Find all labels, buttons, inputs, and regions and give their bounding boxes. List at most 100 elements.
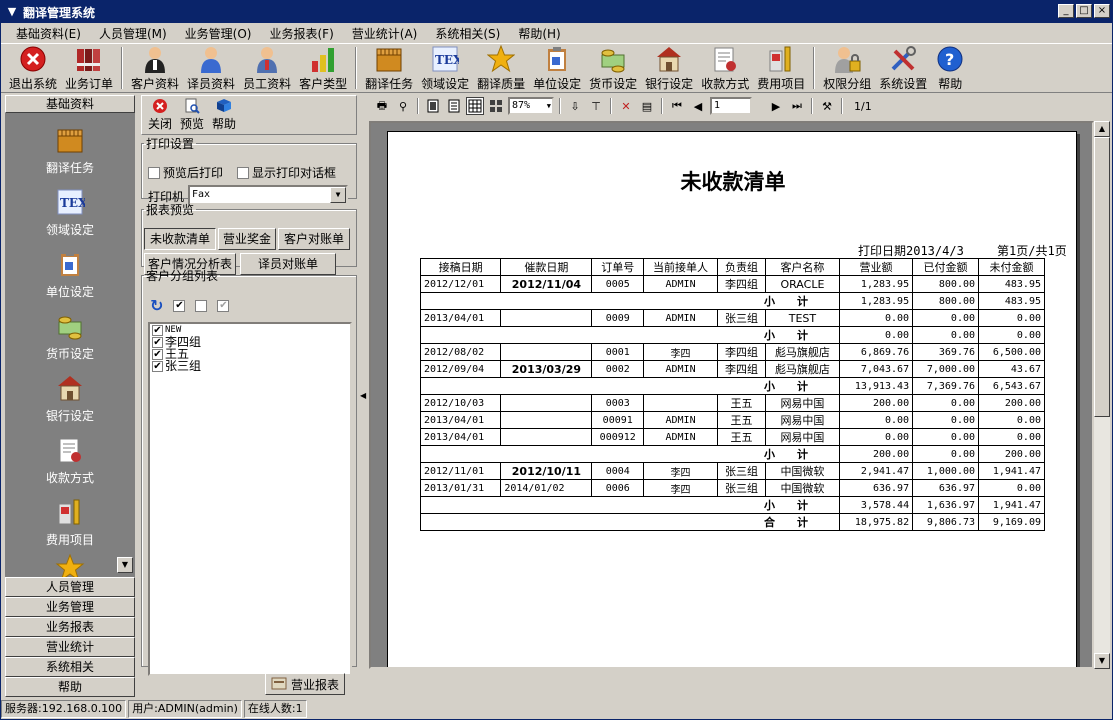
- report-customer-statement-button[interactable]: 客户对账单: [278, 228, 350, 250]
- customer-group-list[interactable]: ✔ NEW ✔ 李四组 ✔ 王五 ✔ 张三组: [148, 322, 352, 676]
- employee-data-button[interactable]: 员工资料: [239, 44, 295, 92]
- nav-item-domain-setting[interactable]: TEX 领域设定: [5, 187, 135, 238]
- bar-chart-icon: [308, 44, 338, 74]
- table-cell: 2,941.47: [838, 462, 914, 480]
- table-cell: 2012/09/04: [419, 360, 502, 378]
- report-unpaid-list-button[interactable]: 未收款清单: [144, 228, 216, 250]
- scroll-up-button[interactable]: ▲: [1094, 121, 1110, 137]
- unit-setting-button[interactable]: 单位设定: [529, 44, 585, 92]
- table-cell: ADMIN: [642, 309, 719, 327]
- tree-icon[interactable]: ⊤: [587, 97, 605, 115]
- nav-tab-business[interactable]: 业务管理: [5, 597, 135, 617]
- settings-icon[interactable]: ⚒: [818, 97, 836, 115]
- table-cell: 0005: [591, 275, 644, 293]
- window-title: 翻译管理系统: [23, 5, 96, 20]
- business-order-button[interactable]: 业务订单: [61, 44, 117, 92]
- table-cell: 中国微软: [764, 479, 840, 497]
- close-report-button[interactable]: 关闭: [144, 98, 176, 134]
- nav-group-header[interactable]: 基础资料: [5, 95, 135, 113]
- customer-type-button[interactable]: 客户类型: [295, 44, 351, 92]
- table-cell: 李四组: [717, 360, 766, 378]
- chevron-down-icon: ▼: [546, 102, 551, 110]
- list-item[interactable]: ✔ 张三组: [152, 360, 350, 372]
- star-icon: [486, 44, 516, 74]
- nav-item-currency-setting[interactable]: 货币设定: [5, 311, 135, 362]
- tab-business-report[interactable]: 营业报表: [265, 673, 345, 695]
- check-all-button[interactable]: ✔: [173, 299, 186, 312]
- subtotal-row: 合 计 18,975.82 9,806.73 9,169.09: [420, 513, 1045, 531]
- menu-reports[interactable]: 业务报表(F): [260, 25, 342, 42]
- prev-page-icon[interactable]: ◀: [689, 97, 707, 115]
- menu-system[interactable]: 系统相关(S): [426, 25, 509, 42]
- scroll-down-button[interactable]: ▼: [1094, 653, 1110, 669]
- bank-setting-button[interactable]: 银行设定: [641, 44, 697, 92]
- preview-after-print-checkbox[interactable]: 预览后打印: [148, 164, 223, 181]
- table-cell: 张三组: [717, 462, 766, 480]
- open-icon[interactable]: ⇩: [566, 97, 584, 115]
- close-window-button[interactable]: ×: [1094, 4, 1110, 18]
- item-checkbox[interactable]: ✔: [152, 336, 163, 348]
- page-width-icon[interactable]: [424, 97, 442, 115]
- exit-button[interactable]: 退出系统: [5, 44, 61, 92]
- menu-personnel[interactable]: 人员管理(M): [90, 25, 176, 42]
- zoom-select[interactable]: 87% ▼: [508, 97, 554, 115]
- menu-statistics[interactable]: 营业统计(A): [343, 25, 427, 42]
- nav-item-expense-item[interactable]: 费用项目: [5, 497, 135, 548]
- menu-basic[interactable]: 基础资料(E): [7, 25, 90, 42]
- item-checkbox[interactable]: ✔: [152, 324, 163, 336]
- translator-data-button[interactable]: 译员资料: [183, 44, 239, 92]
- nav-item-unit-setting[interactable]: 单位设定: [5, 249, 135, 300]
- domain-setting-button[interactable]: TEX 领域设定: [417, 44, 473, 92]
- expense-item-button[interactable]: 费用项目: [753, 44, 809, 92]
- pane-splitter[interactable]: ◀: [359, 95, 367, 669]
- find-icon[interactable]: ⚲: [394, 97, 412, 115]
- nav-tab-statistics[interactable]: 营业统计: [5, 637, 135, 657]
- payment-method-button[interactable]: 收款方式: [697, 44, 753, 92]
- nav-item-translation-task[interactable]: 翻译任务: [5, 125, 135, 176]
- page-number-input[interactable]: 1: [710, 97, 752, 115]
- print-icon[interactable]: 🖶: [373, 97, 391, 115]
- preview-vertical-scrollbar[interactable]: ▲ ▼: [1094, 121, 1110, 669]
- item-checkbox[interactable]: ✔: [152, 360, 163, 372]
- refresh-icon[interactable]: ↻: [150, 296, 163, 315]
- item-checkbox[interactable]: ✔: [152, 348, 163, 360]
- show-print-dialog-checkbox[interactable]: 显示打印对话框: [237, 164, 336, 181]
- nav-item-bank-setting[interactable]: 银行设定: [5, 373, 135, 424]
- uncheck-all-button[interactable]: [195, 299, 208, 312]
- translation-task-button[interactable]: 翻译任务: [361, 44, 417, 92]
- next-page-icon[interactable]: ▶: [767, 97, 785, 115]
- report-bonus-button[interactable]: 营业奖金: [218, 228, 276, 250]
- system-settings-button[interactable]: 系统设置: [875, 44, 931, 92]
- maximize-button[interactable]: □: [1076, 4, 1092, 18]
- nav-scroll-down-button[interactable]: ▼: [117, 557, 133, 573]
- permission-group-button[interactable]: 权限分组: [819, 44, 875, 92]
- subtotal-label: 小 计: [420, 496, 840, 514]
- first-page-icon[interactable]: ⏮: [668, 97, 686, 115]
- full-page-icon[interactable]: [445, 97, 463, 115]
- table-cell: 网易中国: [764, 428, 840, 446]
- minimize-button[interactable]: _: [1058, 4, 1074, 18]
- scroll-thumb[interactable]: [1094, 137, 1110, 417]
- help-button[interactable]: ? 帮助: [931, 44, 969, 92]
- chevron-left-icon[interactable]: ◀: [360, 391, 366, 400]
- table-cell: 1,000.00: [912, 462, 980, 480]
- nav-tab-reports[interactable]: 业务报表: [5, 617, 135, 637]
- invert-check-button[interactable]: ✔: [217, 299, 230, 312]
- nav-tab-personnel[interactable]: 人员管理: [5, 577, 135, 597]
- currency-setting-button[interactable]: 货币设定: [585, 44, 641, 92]
- multi-page-icon[interactable]: [487, 97, 505, 115]
- last-page-icon[interactable]: ⏭: [788, 97, 806, 115]
- customer-data-button[interactable]: 客户资料: [127, 44, 183, 92]
- title-bar[interactable]: ▼ 翻译管理系统 _ □ ×: [1, 1, 1112, 23]
- zoom-100-icon[interactable]: [466, 97, 484, 115]
- export-icon[interactable]: ✕: [617, 97, 635, 115]
- nav-item-payment-method[interactable]: 收款方式: [5, 435, 135, 486]
- menu-business[interactable]: 业务管理(O): [176, 25, 261, 42]
- preview-button[interactable]: 预览: [176, 98, 208, 134]
- help-report-button[interactable]: 帮助: [208, 98, 240, 134]
- translation-quality-button[interactable]: 翻译质量: [473, 44, 529, 92]
- receipt-icon: [55, 435, 85, 465]
- menu-help[interactable]: 帮助(H): [509, 25, 569, 42]
- preview-canvas[interactable]: 未收款清单 打印日期2013/4/3 第1页/共1页 接稿日期 催款日期 订单号 当前…: [369, 121, 1094, 669]
- save-icon[interactable]: ▤: [638, 97, 656, 115]
